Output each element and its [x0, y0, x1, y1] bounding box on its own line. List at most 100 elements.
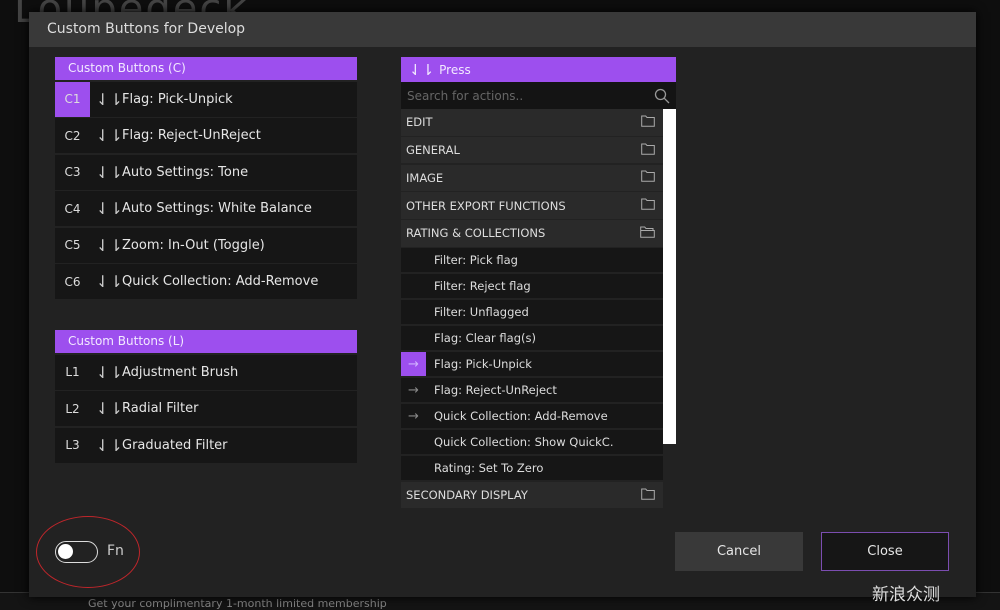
action-label: Graduated Filter	[122, 437, 228, 453]
arrow-right-icon: →	[401, 351, 426, 377]
button-key: L1	[65, 365, 80, 379]
close-button[interactable]: Close	[821, 532, 949, 571]
button-key: C2	[64, 128, 81, 143]
fn-label: Fn	[107, 543, 124, 559]
category-label: IMAGE	[406, 170, 444, 185]
press-label: Press	[439, 62, 471, 77]
action-item[interactable]: Filter: Unflagged	[401, 299, 663, 325]
folder-icon	[641, 198, 655, 213]
category-label: RATING & COLLECTIONS	[406, 226, 546, 241]
folder-icon	[641, 170, 655, 185]
custom-button-row[interactable]: L2 ⇃⇂ Radial Filter	[55, 391, 357, 426]
search-input[interactable]	[407, 88, 627, 103]
category-row[interactable]: EDIT	[401, 109, 663, 136]
dialog-title: Custom Buttons for Develop	[29, 12, 976, 47]
action-label: Radial Filter	[122, 401, 199, 416]
action-label: Flag: Pick-Unpick	[122, 91, 233, 107]
folder-icon	[641, 115, 655, 130]
button-key: L3	[65, 438, 80, 452]
action-label: Auto Settings: White Balance	[122, 201, 312, 216]
action-label: Flag: Reject-UnReject	[122, 128, 261, 143]
button-key: C5	[64, 238, 81, 252]
custom-button-row[interactable]: C5 ⇃⇂ Zoom: In-Out (Toggle)	[55, 227, 357, 263]
button-key: L2	[65, 401, 80, 416]
scrollbar[interactable]	[663, 109, 676, 444]
category-label: SECONDARY DISPLAY	[406, 488, 528, 503]
action-label: Adjustment Brush	[122, 364, 239, 380]
panel-header: Custom Buttons (C)	[55, 57, 357, 80]
category-label: EDIT	[406, 115, 433, 130]
press-arrows-icon: ⇃⇂	[96, 435, 123, 455]
action-item-label: Filter: Unflagged	[434, 305, 529, 320]
press-arrows-icon: ⇃⇂	[96, 199, 123, 218]
custom-button-row[interactable]: C1 ⇃⇂ Flag: Pick-Unpick	[55, 81, 357, 117]
custom-button-row[interactable]: C6 ⇃⇂ Quick Collection: Add-Remove	[55, 264, 357, 299]
action-item-label: Quick Collection: Show QuickC.	[434, 435, 614, 450]
fn-toggle[interactable]	[55, 541, 98, 563]
action-label: Zoom: In-Out (Toggle)	[122, 237, 265, 253]
category-row[interactable]: OTHER EXPORT FUNCTIONS	[401, 192, 663, 219]
custom-button-row[interactable]: L1 ⇃⇂ Adjustment Brush	[55, 354, 357, 390]
action-label: Auto Settings: Tone	[122, 164, 249, 180]
action-item[interactable]: Quick Collection: Show QuickC.	[401, 429, 663, 455]
toggle-knob	[58, 544, 73, 559]
action-item[interactable]: → Flag: Pick-Unpick	[401, 351, 663, 377]
category-row[interactable]: GENERAL	[401, 136, 663, 164]
actions-panel: ⇃⇂ Press EDIT GENERAL IMAGE OTHER EXPORT FU…	[401, 57, 676, 510]
press-arrows-icon: ⇃⇂	[96, 162, 123, 182]
search-icon[interactable]	[654, 88, 670, 104]
category-row[interactable]: SECONDARY DISPLAY	[401, 481, 663, 509]
action-item-label: Rating: Set To Zero	[434, 461, 544, 476]
button-key: C3	[64, 165, 81, 179]
custom-button-row[interactable]: C4 ⇃⇂ Auto Settings: White Balance	[55, 191, 357, 226]
custom-buttons-dialog: Custom Buttons for Develop Custom Button…	[29, 12, 976, 597]
action-item-label: Flag: Pick-Unpick	[434, 357, 532, 372]
button-key: C1	[55, 81, 90, 117]
action-item[interactable]: Rating: Set To Zero	[401, 455, 663, 481]
panel-header: Custom Buttons (L)	[55, 330, 357, 353]
action-item-label: Filter: Pick flag	[434, 253, 518, 268]
press-arrows-icon: ⇃⇂	[96, 89, 123, 109]
action-label: Quick Collection: Add-Remove	[122, 274, 319, 289]
action-item[interactable]: Filter: Pick flag	[401, 247, 663, 273]
press-arrows-icon: ⇃⇂	[409, 60, 435, 79]
press-arrows-icon: ⇃⇂	[96, 235, 123, 255]
custom-buttons-c-panel: Custom Buttons (C) C1 ⇃⇂ Flag: Pick-Unpick…	[55, 57, 357, 299]
category-row[interactable]: RATING & COLLECTIONS	[401, 220, 663, 247]
action-item[interactable]: Flag: Clear flag(s)	[401, 325, 663, 351]
folder-icon	[641, 488, 655, 503]
action-item-label: Filter: Reject flag	[434, 279, 531, 294]
action-item-label: Quick Collection: Add-Remove	[434, 409, 608, 424]
press-arrows-icon: ⇃⇂	[96, 126, 123, 145]
action-item-label: Flag: Reject-UnReject	[434, 383, 557, 398]
search-bar	[401, 82, 676, 109]
watermark: 新浪众测	[872, 585, 940, 605]
press-header[interactable]: ⇃⇂ Press	[401, 57, 676, 82]
custom-buttons-l-panel: Custom Buttons (L) L1 ⇃⇂ Adjustment Brush L…	[55, 330, 357, 463]
cancel-button[interactable]: Cancel	[675, 532, 803, 571]
category-label: OTHER EXPORT FUNCTIONS	[406, 198, 566, 213]
press-arrows-icon: ⇃⇂	[96, 272, 123, 291]
custom-button-row[interactable]: C3 ⇃⇂ Auto Settings: Tone	[55, 154, 357, 190]
membership-text[interactable]: Get your complimentary 1-month limited m…	[88, 597, 387, 610]
button-key: C4	[64, 201, 81, 216]
custom-button-row[interactable]: L3 ⇃⇂ Graduated Filter	[55, 427, 357, 463]
action-item[interactable]: Filter: Reject flag	[401, 273, 663, 299]
folder-open-icon	[640, 226, 655, 241]
category-row[interactable]: IMAGE	[401, 164, 663, 192]
button-key: C6	[64, 274, 81, 289]
actions-list: EDIT GENERAL IMAGE OTHER EXPORT FUNCTIONS RA…	[401, 109, 676, 509]
arrow-right-icon: →	[408, 382, 419, 398]
action-item[interactable]: → Flag: Reject-UnReject	[401, 377, 663, 403]
action-item-label: Flag: Clear flag(s)	[434, 331, 536, 346]
arrow-right-icon: →	[408, 408, 419, 424]
press-arrows-icon: ⇃⇂	[96, 399, 123, 418]
custom-button-row[interactable]: C2 ⇃⇂ Flag: Reject-UnReject	[55, 118, 357, 153]
action-item[interactable]: → Quick Collection: Add-Remove	[401, 403, 663, 429]
folder-icon	[641, 143, 655, 158]
